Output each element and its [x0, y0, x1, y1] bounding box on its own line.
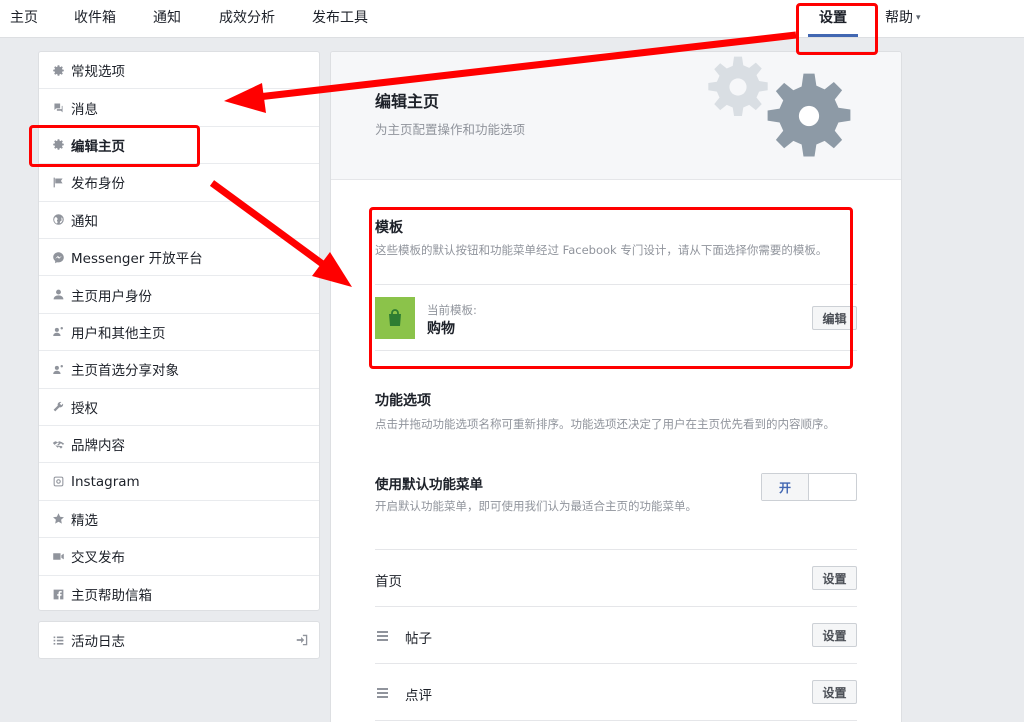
sidebar-item-featured[interactable]: 精选 — [39, 501, 319, 539]
sidebar-item-label: 主页帮助信箱 — [71, 588, 152, 605]
sidebar-item-label: 发布身份 — [71, 176, 125, 193]
annotation-box-settings — [796, 3, 878, 55]
edit-page-panel: 编辑主页 为主页配置操作和功能选项 模板 这些模板的默认按钮和功能菜单经过 Fa… — [330, 51, 902, 722]
wrench-icon — [51, 400, 65, 414]
default-menu-title: 使用默认功能菜单 — [375, 477, 483, 493]
exit-icon — [296, 634, 308, 646]
sidebar-item-crossposting[interactable]: 交叉发布 — [39, 538, 319, 576]
page-subtitle: 为主页配置操作和功能选项 — [375, 122, 526, 137]
sidebar-item-label: Messenger 开放平台 — [71, 251, 203, 268]
star-icon — [51, 512, 65, 526]
tab-home-settings-button[interactable]: 设置 — [812, 566, 857, 590]
chevron-down-icon: ▾ — [916, 13, 921, 23]
tabs-section-description: 点击并拖动功能选项名称可重新排序。功能选项还决定了用户在主页优先看到的内容顺序。 — [375, 417, 835, 431]
gear-icon — [767, 73, 851, 157]
nav-inbox[interactable]: 收件箱 — [74, 0, 116, 38]
sidebar-item-messages[interactable]: 消息 — [39, 89, 319, 127]
sidebar-item-label: 消息 — [71, 101, 98, 118]
people-icon — [51, 362, 65, 376]
toggle-on-label: 开 — [762, 474, 809, 500]
page-title: 编辑主页 — [375, 92, 440, 111]
sidebar-item-messenger-platform[interactable]: Messenger 开放平台 — [39, 239, 319, 277]
activity-log-link[interactable]: 活动日志 — [38, 621, 320, 659]
nav-publishing-tools[interactable]: 发布工具 — [312, 0, 368, 38]
sidebar-item-authorizations[interactable]: 授权 — [39, 389, 319, 426]
people-icon — [51, 325, 65, 339]
tabs-section-title: 功能选项 — [375, 393, 431, 409]
sidebar-item-page-roles[interactable]: 主页用户身份 — [39, 276, 319, 314]
flag-icon — [51, 175, 65, 189]
drag-handle-icon[interactable] — [377, 688, 388, 698]
drag-handle-icon[interactable] — [377, 631, 388, 641]
annotation-box-template — [369, 207, 853, 369]
sidebar-item-notifications[interactable]: 通知 — [39, 202, 319, 239]
panel-header: 编辑主页 为主页配置操作和功能选项 — [331, 52, 901, 180]
sidebar-item-general[interactable]: 常规选项 — [39, 52, 319, 90]
sidebar-item-label: 用户和其他主页 — [71, 325, 166, 342]
sidebar-item-label: 精选 — [71, 512, 98, 529]
default-menu-toggle[interactable]: 开 — [761, 473, 857, 501]
video-icon — [51, 549, 65, 563]
gear-icon — [51, 63, 65, 77]
gear-icon — [708, 56, 768, 117]
sidebar-item-label: 主页首选分享对象 — [71, 363, 179, 380]
sidebar-item-label: Instagram — [71, 473, 140, 490]
sidebar-item-branded-content[interactable]: 品牌内容 — [39, 426, 319, 464]
sidebar-item-label: 主页用户身份 — [71, 288, 152, 305]
annotation-box-edit-page — [29, 125, 200, 167]
sidebar-item-preferred-audience[interactable]: 主页首选分享对象 — [39, 351, 319, 389]
facebook-icon — [51, 587, 65, 601]
sidebar-item-support-inbox[interactable]: 主页帮助信箱 — [39, 576, 319, 613]
handshake-icon — [51, 437, 65, 451]
sidebar-item-label: 授权 — [71, 400, 98, 417]
person-icon — [51, 288, 65, 302]
default-menu-description: 开启默认功能菜单，即可使用我们认为最适合主页的功能菜单。 — [375, 499, 697, 513]
divider — [375, 720, 857, 721]
tab-posts-settings-button[interactable]: 设置 — [812, 623, 857, 647]
nav-help-label: 帮助 — [885, 10, 913, 26]
globe-icon — [51, 213, 65, 227]
sidebar-item-label: 常规选项 — [71, 64, 125, 81]
nav-home[interactable]: 主页 — [10, 0, 38, 38]
tab-row-home-label: 首页 — [375, 574, 402, 590]
divider — [375, 549, 857, 550]
divider — [375, 663, 857, 664]
message-icon — [51, 101, 65, 115]
list-icon — [51, 633, 65, 647]
sidebar-item-label: 品牌内容 — [71, 438, 125, 455]
sidebar-item-publish-identity[interactable]: 发布身份 — [39, 164, 319, 202]
divider — [375, 606, 857, 607]
activity-log-label: 活动日志 — [71, 634, 125, 650]
sidebar-item-instagram[interactable]: Instagram — [39, 463, 319, 501]
nav-notifications[interactable]: 通知 — [153, 0, 181, 38]
nav-insights[interactable]: 成效分析 — [219, 0, 275, 38]
tab-row-posts-label: 帖子 — [405, 631, 432, 647]
sidebar-item-label: 交叉发布 — [71, 550, 125, 567]
nav-help[interactable]: 帮助 ▾ — [885, 0, 921, 38]
sidebar-item-people-other-pages[interactable]: 用户和其他主页 — [39, 314, 319, 352]
sidebar-item-label: 通知 — [71, 213, 98, 230]
tab-reviews-settings-button[interactable]: 设置 — [812, 680, 857, 704]
tab-row-reviews-label: 点评 — [405, 688, 432, 704]
messenger-icon — [51, 250, 65, 264]
instagram-icon — [51, 475, 65, 489]
